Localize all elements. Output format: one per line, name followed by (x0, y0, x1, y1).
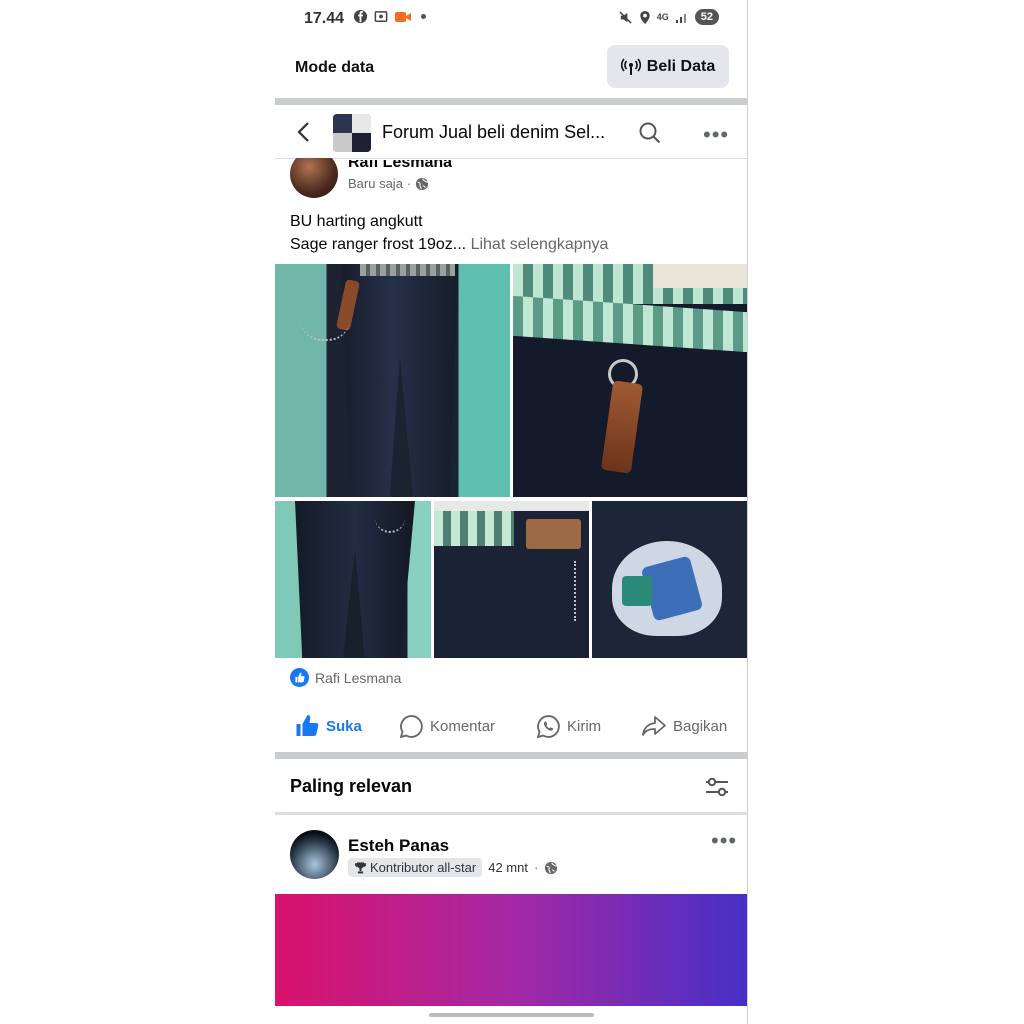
status-right-icons: 4G 52 (618, 9, 719, 25)
post-meta: Baru saja · (348, 176, 429, 191)
group-thumbnail[interactable] (333, 114, 371, 152)
see-more-link[interactable]: Lihat selengkapnya (471, 236, 609, 253)
author-avatar[interactable] (290, 158, 338, 198)
more-notifications-dot (421, 14, 426, 19)
post-photo-4[interactable] (434, 501, 589, 658)
next-post-author[interactable]: Esteh Panas (348, 836, 449, 856)
broadcast-icon (620, 57, 641, 75)
like-reaction-icon (290, 668, 309, 687)
next-post-time[interactable]: 42 mnt (488, 860, 528, 875)
reaction-names: Rafi Lesmana (315, 669, 402, 686)
screenshot-icon (374, 11, 388, 22)
signal-icon (675, 14, 686, 23)
mute-icon (619, 10, 632, 24)
next-post-meta: Kontributor all-star 42 mnt · (348, 858, 558, 877)
comment-button[interactable]: Komentar (399, 714, 495, 739)
badge-label: Kontributor all-star (370, 860, 477, 875)
send-button[interactable]: Kirim (536, 714, 601, 739)
home-indicator[interactable] (429, 1013, 594, 1017)
location-icon (640, 10, 650, 24)
share-arrow-icon (642, 716, 666, 736)
screen-record-icon (395, 11, 411, 22)
post-line-1: BU harting angkutt (290, 213, 423, 230)
post-photo-2[interactable] (513, 264, 747, 497)
like-button[interactable]: Suka (295, 714, 362, 738)
send-label: Kirim (567, 718, 602, 735)
divider (275, 812, 747, 815)
back-arrow-icon[interactable] (295, 120, 313, 144)
divider (275, 98, 747, 105)
share-label: Bagikan (673, 717, 728, 735)
divider (275, 752, 747, 759)
globe-icon (545, 861, 558, 874)
like-label: Suka (326, 717, 362, 735)
search-icon[interactable] (638, 121, 662, 145)
post-time[interactable]: Baru saja (348, 176, 403, 191)
whatsapp-icon (536, 715, 560, 739)
meta-dot: · (406, 176, 412, 191)
post-action-bar: Suka Komentar Kirim Bagikan (275, 706, 747, 746)
buy-data-label: Beli Data (646, 57, 716, 75)
comment-sort-label[interactable]: Paling relevan (290, 776, 412, 797)
contributor-badge[interactable]: Kontributor all-star (348, 858, 483, 877)
data-mode-bar: Mode data Beli Data (275, 40, 747, 98)
post-text: BU harting angkutt Sage ranger frost 19o… (290, 210, 608, 256)
post-line-2: Sage ranger frost 19oz... Lihat selengka… (290, 236, 609, 253)
thumbs-up-icon (296, 715, 319, 736)
meta-dot: · (533, 860, 539, 875)
esteh-avatar[interactable] (290, 830, 339, 879)
filter-sliders-icon[interactable] (704, 776, 730, 798)
status-time: 17.44 (304, 10, 345, 27)
post-photo-1[interactable] (275, 264, 510, 497)
post-more-options-icon[interactable]: ••• (711, 828, 737, 854)
post-photo-5[interactable] (592, 501, 747, 658)
screen-edge (747, 0, 748, 1024)
share-button[interactable]: Bagikan (641, 714, 727, 738)
comment-icon (399, 715, 423, 739)
buy-data-button[interactable]: Beli Data (607, 45, 729, 88)
battery-indicator: 52 (694, 9, 719, 25)
photo-grid (275, 264, 747, 658)
network-type: 4G (656, 11, 669, 22)
group-header: Forum Jual beli denim Sel... ••• (275, 106, 747, 159)
mode-data-label: Mode data (295, 59, 375, 76)
status-left-icons (353, 9, 426, 24)
reaction-summary[interactable]: Rafi Lesmana (290, 668, 401, 687)
comment-label: Komentar (430, 718, 496, 735)
more-options-icon[interactable]: ••• (703, 122, 729, 148)
globe-icon (416, 177, 429, 190)
gradient-text-post-background[interactable] (275, 894, 747, 1006)
group-title[interactable]: Forum Jual beli denim Sel... (382, 122, 618, 143)
trophy-icon (355, 862, 366, 874)
post-photo-3[interactable] (275, 501, 431, 658)
status-bar: 17.44 4G 52 (275, 0, 747, 40)
facebook-notification-icon (353, 9, 368, 24)
phone-screen: 17.44 4G 52 Mode data Beli Data Forum Ju… (275, 0, 747, 1024)
